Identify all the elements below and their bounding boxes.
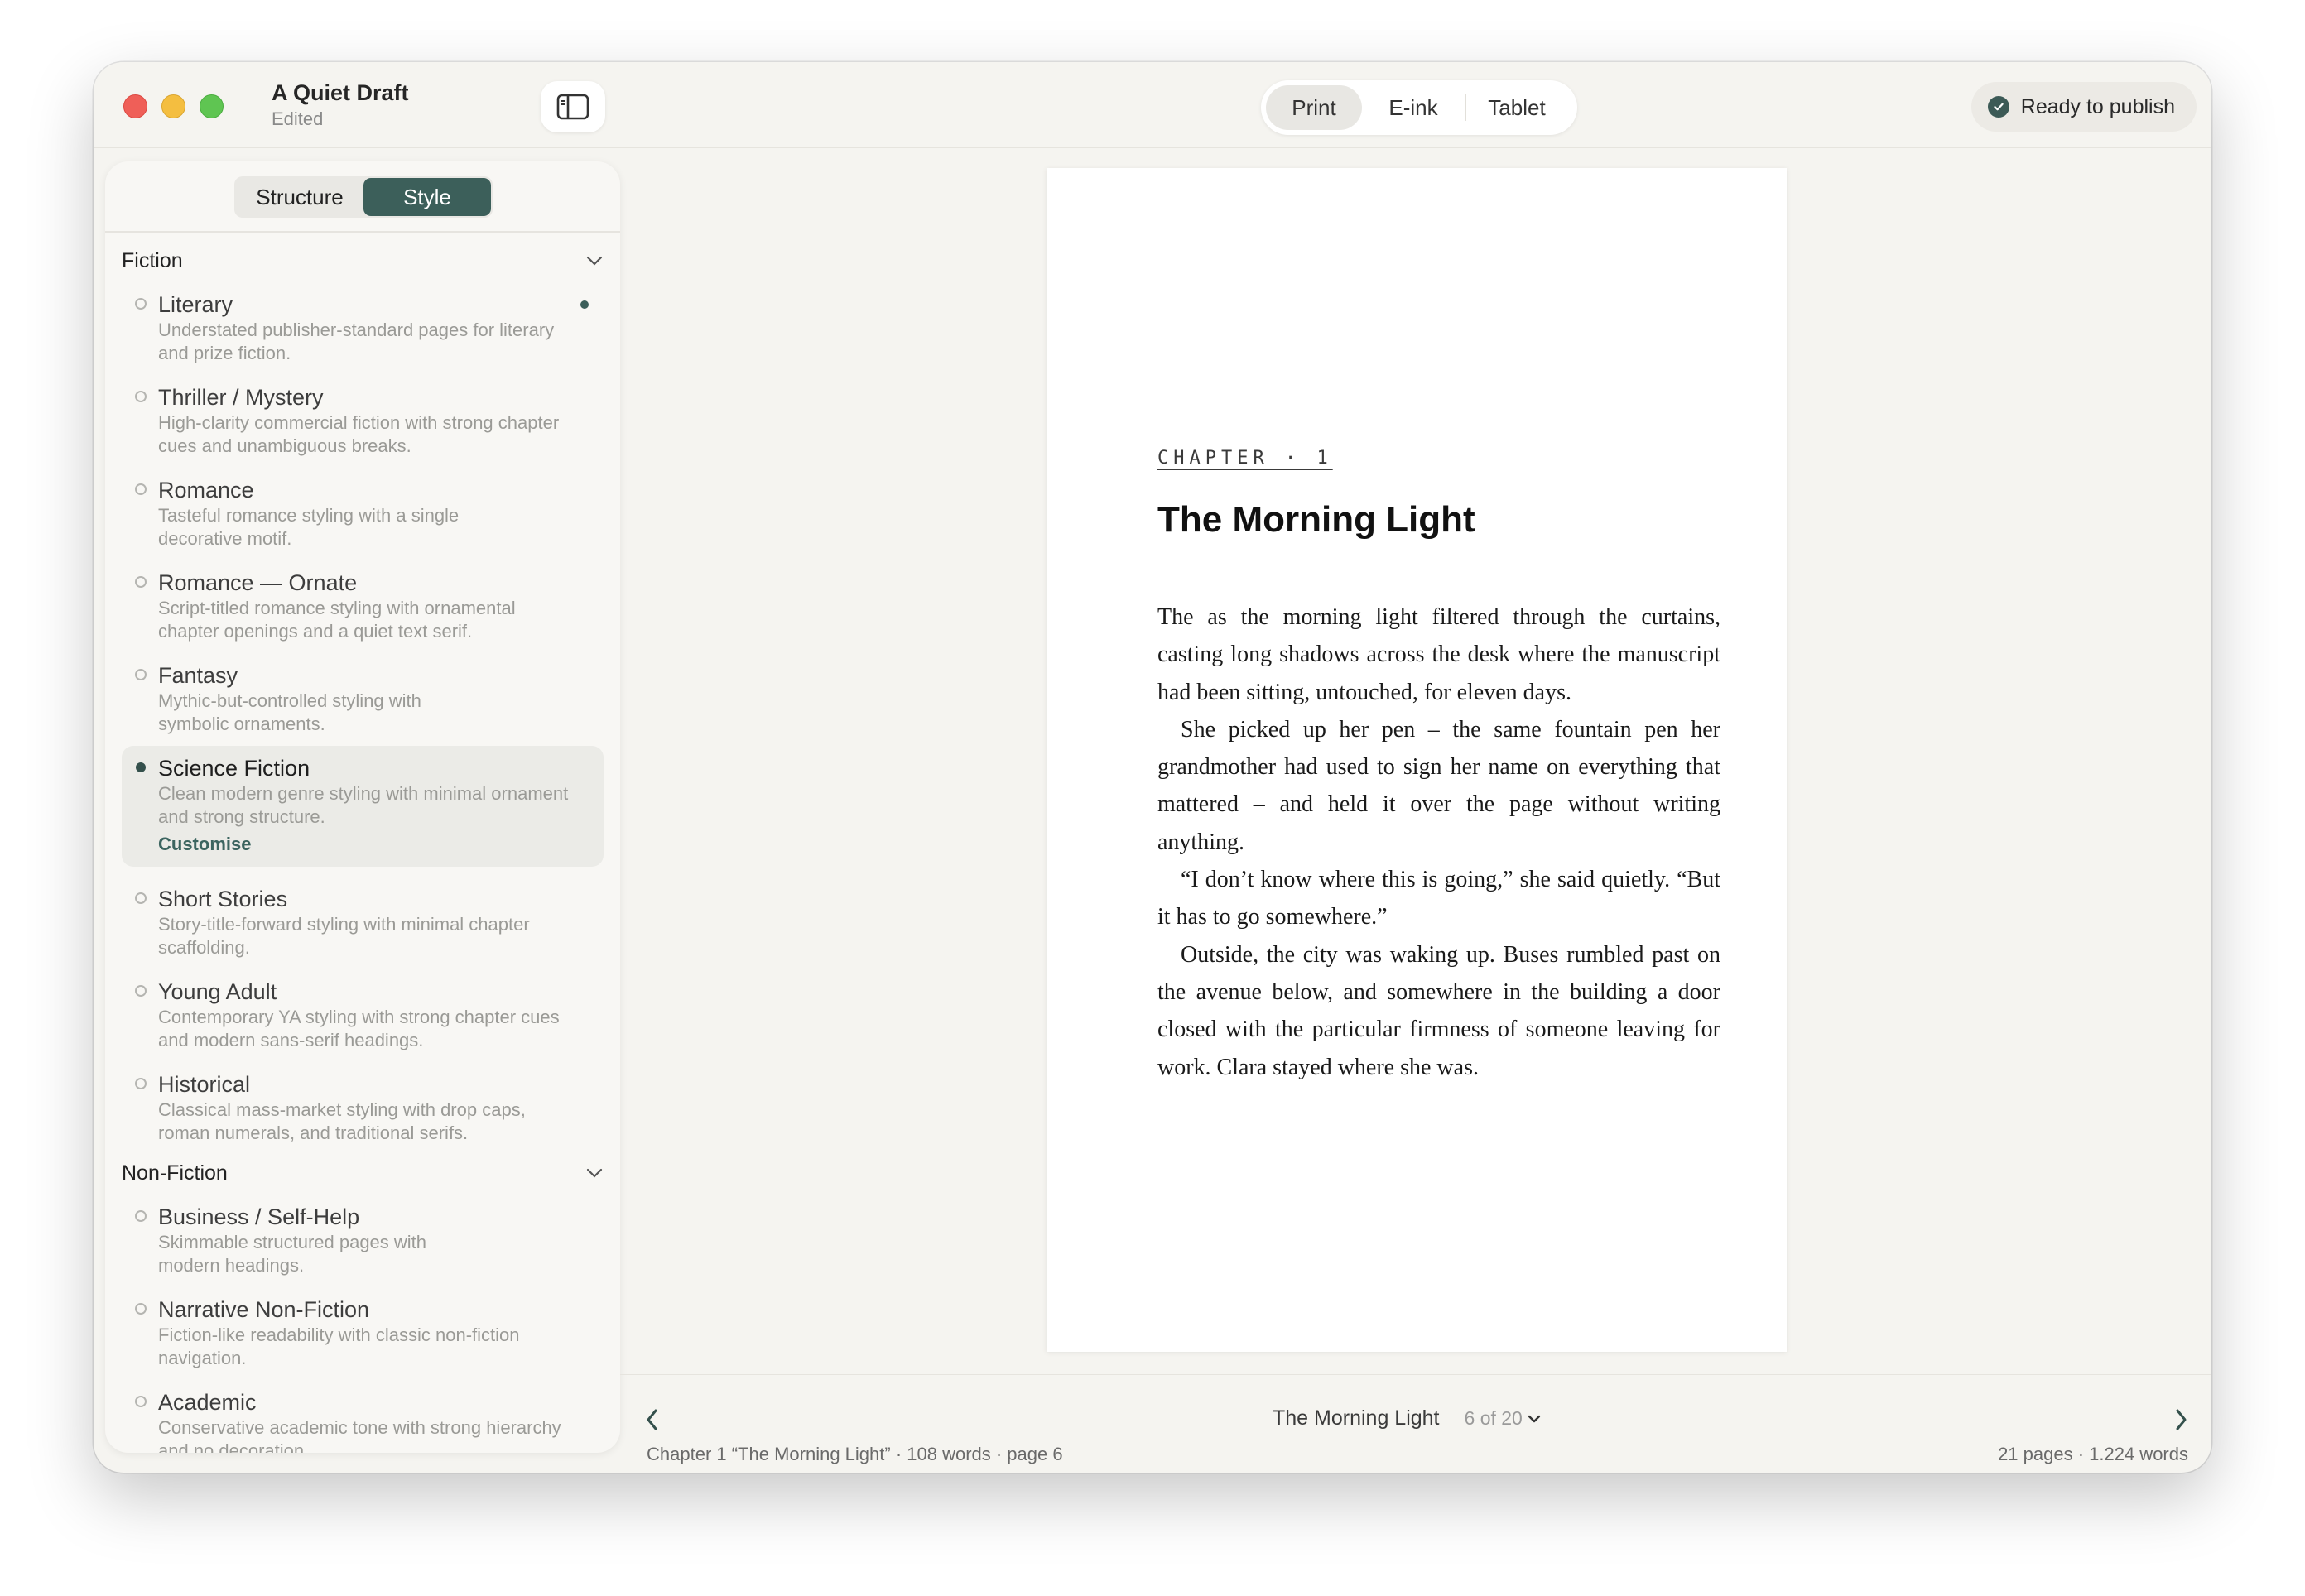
page-indicator: 6 of 20 bbox=[1464, 1407, 1523, 1429]
chevron-left-icon bbox=[647, 1409, 657, 1430]
radio-icon bbox=[135, 892, 147, 904]
radio-icon bbox=[135, 1078, 147, 1089]
style-item-literary[interactable]: Literary Understated publisher-standard … bbox=[122, 282, 604, 365]
tab-style[interactable]: Style bbox=[363, 178, 491, 216]
chevron-down-icon bbox=[1528, 1415, 1541, 1422]
chapter-title: The Morning Light bbox=[1157, 499, 1475, 540]
style-item-title: Literary bbox=[158, 292, 233, 317]
status-chapter-info: Chapter 1 “The Morning Light” · 108 word… bbox=[647, 1444, 1063, 1464]
style-item-narrative-non-fiction[interactable]: Narrative Non-Fiction Fiction-like reada… bbox=[122, 1287, 604, 1370]
radio-icon bbox=[135, 985, 147, 997]
page-preview: CHAPTER · 1 The Morning Light The as the… bbox=[1047, 168, 1787, 1352]
style-item-desc: Classical mass-market styling with drop … bbox=[158, 1099, 526, 1143]
radio-icon bbox=[135, 391, 147, 402]
section-non-fiction-header[interactable]: Non-Fiction bbox=[122, 1156, 604, 1190]
device-segmented-control: Print E-ink Tablet bbox=[1261, 80, 1577, 135]
style-item-desc: High-clarity commercial fiction with str… bbox=[158, 412, 560, 456]
style-item-title: Thriller / Mystery bbox=[158, 385, 324, 410]
body-text: The as the morning light filtered throug… bbox=[1157, 598, 1720, 1086]
style-item-title: Business / Self-Help bbox=[158, 1204, 360, 1229]
body-paragraph: “I don’t know where this is going,” she … bbox=[1157, 867, 1720, 930]
style-item-title: Young Adult bbox=[158, 979, 277, 1004]
app-window: A Quiet Draft Edited Print E-ink Tablet … bbox=[94, 62, 2211, 1473]
status-document-info: 21 pages · 1.224 words bbox=[1998, 1444, 2188, 1464]
style-item-title: Historical bbox=[158, 1072, 251, 1097]
chevron-right-icon bbox=[2176, 1409, 2187, 1430]
style-item-title: Academic bbox=[158, 1390, 257, 1415]
customise-link[interactable]: Customise bbox=[158, 834, 604, 855]
radio-icon bbox=[135, 576, 147, 588]
radio-icon bbox=[135, 1396, 147, 1407]
style-item-desc: Story-title-forward styling with minimal… bbox=[158, 914, 530, 958]
style-item-romance[interactable]: Romance Tasteful romance styling with a … bbox=[122, 468, 604, 550]
chapter-label: CHAPTER · 1 bbox=[1157, 448, 1333, 469]
style-item-short-stories[interactable]: Short Stories Story-title-forward stylin… bbox=[122, 877, 604, 959]
style-item-thriller[interactable]: Thriller / Mystery High-clarity commerci… bbox=[122, 375, 604, 458]
radio-icon bbox=[135, 1303, 147, 1315]
style-item-desc: Clean modern genre styling with minimal … bbox=[158, 783, 569, 827]
style-sidebar: Structure Style Fiction Literary Underst… bbox=[105, 161, 620, 1453]
radio-icon bbox=[135, 669, 147, 680]
style-item-fantasy[interactable]: Fantasy Mythic-but-controlled styling wi… bbox=[122, 653, 604, 736]
publish-button[interactable]: Ready to publish bbox=[1971, 82, 2197, 132]
chevron-down-icon[interactable] bbox=[585, 1167, 604, 1179]
close-window-button[interactable] bbox=[123, 94, 147, 118]
style-item-title: Science Fiction bbox=[158, 756, 310, 781]
publish-label: Ready to publish bbox=[2020, 94, 2175, 118]
radio-icon bbox=[135, 298, 147, 310]
body-paragraph: The as the morning light filtered throug… bbox=[1157, 604, 1720, 705]
sidebar-tabs: Structure Style bbox=[234, 176, 493, 218]
page-navigator: The Morning Light 6 of 20 bbox=[1273, 1406, 1541, 1430]
minimize-window-button[interactable] bbox=[161, 94, 185, 118]
style-item-desc: Conservative academic tone with strong h… bbox=[158, 1417, 561, 1453]
sidebar-icon bbox=[556, 94, 589, 120]
zoom-window-button[interactable] bbox=[200, 94, 224, 118]
section-label: Non-Fiction bbox=[122, 1161, 228, 1185]
radio-icon bbox=[135, 1210, 147, 1222]
style-item-romance-ornate[interactable]: Romance — Ornate Script-titled romance s… bbox=[122, 560, 604, 643]
style-item-title: Short Stories bbox=[158, 887, 288, 911]
section-fiction-header[interactable]: Fiction bbox=[122, 244, 604, 277]
style-item-desc: Skimmable structured pages with modern h… bbox=[158, 1232, 427, 1276]
divider bbox=[105, 231, 620, 233]
style-item-desc: Contemporary YA styling with strong chap… bbox=[158, 1007, 560, 1050]
style-item-historical[interactable]: Historical Classical mass-market styling… bbox=[122, 1062, 604, 1145]
style-item-desc: Understated publisher-standard pages for… bbox=[158, 320, 555, 363]
style-item-title: Narrative Non-Fiction bbox=[158, 1297, 370, 1322]
style-item-academic[interactable]: Academic Conservative academic tone with… bbox=[122, 1380, 604, 1453]
device-tablet-button[interactable]: Tablet bbox=[1466, 85, 1567, 130]
style-item-desc: Script-titled romance styling with ornam… bbox=[158, 598, 516, 642]
current-style-dot bbox=[580, 300, 589, 309]
body-paragraph: She picked up her pen – the same fountai… bbox=[1157, 716, 1720, 855]
style-item-title: Fantasy bbox=[158, 663, 238, 688]
titlebar: A Quiet Draft Edited Print E-ink Tablet … bbox=[94, 62, 2211, 148]
style-item-title: Romance bbox=[158, 478, 254, 502]
style-item-business[interactable]: Business / Self-Help Skimmable structure… bbox=[122, 1195, 604, 1277]
page-indicator-dropdown[interactable]: 6 of 20 bbox=[1465, 1407, 1541, 1430]
device-eink-button[interactable]: E-ink bbox=[1362, 85, 1465, 130]
section-label: Fiction bbox=[122, 248, 183, 272]
style-item-desc: Tasteful romance styling with a single d… bbox=[158, 505, 460, 549]
document-title: A Quiet Draft bbox=[272, 80, 409, 105]
previous-page-button[interactable] bbox=[640, 1405, 665, 1435]
sidebar-toggle-button[interactable] bbox=[541, 81, 605, 132]
check-circle-icon bbox=[1987, 96, 2009, 118]
style-item-desc: Fiction-like readability with classic no… bbox=[158, 1324, 520, 1368]
radio-selected-icon bbox=[136, 762, 146, 772]
device-print-button[interactable]: Print bbox=[1266, 85, 1362, 130]
tab-structure[interactable]: Structure bbox=[236, 178, 363, 216]
radio-icon bbox=[135, 483, 147, 495]
style-item-young-adult[interactable]: Young Adult Contemporary YA styling with… bbox=[122, 969, 604, 1052]
body-paragraph: Outside, the city was waking up. Buses r… bbox=[1157, 941, 1720, 1080]
style-item-title: Romance — Ornate bbox=[158, 570, 358, 595]
style-item-science-fiction[interactable]: Science Fiction Clean modern genre styli… bbox=[122, 746, 604, 867]
chevron-down-icon[interactable] bbox=[585, 255, 604, 267]
navigator-chapter: The Morning Light bbox=[1273, 1406, 1440, 1430]
document-status: Edited bbox=[272, 108, 324, 129]
style-item-desc: Mythic-but-controlled styling with symbo… bbox=[158, 690, 421, 734]
navigator-divider bbox=[620, 1374, 2211, 1375]
next-page-button[interactable] bbox=[2168, 1405, 2193, 1435]
